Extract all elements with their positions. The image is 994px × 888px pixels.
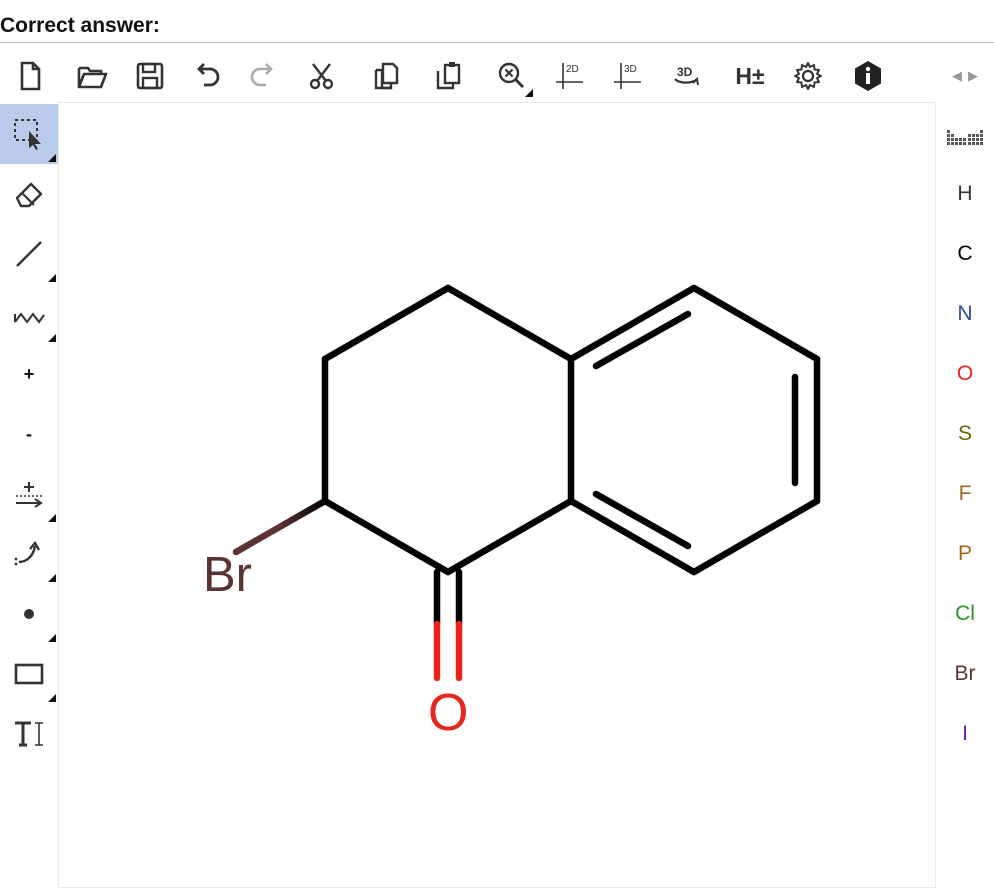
element-button-h[interactable]: H bbox=[936, 174, 994, 214]
element-button-c[interactable]: C bbox=[936, 234, 994, 274]
rectangle-select-icon bbox=[14, 119, 41, 150]
eraser-icon bbox=[15, 182, 43, 208]
element-panel: H C N O S F P Cl Br I bbox=[936, 102, 994, 888]
chain-icon bbox=[14, 312, 45, 324]
oxygen-atom-label: O bbox=[428, 684, 468, 742]
copy-button[interactable] bbox=[364, 54, 408, 98]
save-icon bbox=[136, 62, 164, 90]
chain-tool[interactable] bbox=[0, 284, 58, 344]
single-bond-tool[interactable] bbox=[0, 224, 58, 284]
element-button-n[interactable]: N bbox=[936, 294, 994, 334]
info-icon bbox=[855, 61, 881, 91]
text-cursor-icon bbox=[15, 721, 43, 747]
periodic-table-button[interactable] bbox=[944, 122, 986, 150]
clean-3d-button[interactable]: 3D bbox=[606, 54, 650, 98]
charge-plus-tool[interactable]: + bbox=[0, 344, 58, 404]
element-button-cl[interactable]: Cl bbox=[936, 594, 994, 634]
toolbar-scroll-arrows[interactable]: ◀ ▶ bbox=[940, 60, 990, 92]
settings-button[interactable] bbox=[786, 54, 830, 98]
clean-2d-button[interactable]: 2D bbox=[548, 54, 592, 98]
toggle-hydrogens-button[interactable]: H± bbox=[728, 54, 772, 98]
element-button-o[interactable]: O bbox=[936, 354, 994, 394]
zoom-button[interactable] bbox=[490, 54, 534, 98]
left-toolbar: + - bbox=[0, 102, 58, 888]
cut-button[interactable] bbox=[300, 54, 344, 98]
periodic-table-icon bbox=[947, 130, 983, 145]
element-button-f[interactable]: F bbox=[936, 474, 994, 514]
rectangle-icon bbox=[14, 663, 44, 685]
scissors-icon bbox=[309, 63, 334, 90]
charge-minus-tool[interactable]: - bbox=[0, 404, 58, 464]
open-file-button[interactable] bbox=[70, 54, 114, 98]
bonds-layer bbox=[232, 284, 821, 682]
clean-3d-label: 3D bbox=[624, 64, 637, 75]
element-button-p[interactable]: P bbox=[936, 534, 994, 574]
c-br-bond bbox=[232, 497, 329, 556]
redo-icon bbox=[250, 63, 273, 87]
save-button[interactable] bbox=[128, 54, 172, 98]
page-heading: Correct answer: bbox=[0, 14, 160, 37]
molecule-drawing: Br O bbox=[203, 284, 821, 742]
heading-divider bbox=[0, 42, 994, 43]
chevron-right-icon[interactable]: ▶ bbox=[968, 68, 978, 84]
radical-tool[interactable] bbox=[0, 584, 58, 644]
gear-icon bbox=[794, 62, 822, 90]
folder-open-icon bbox=[77, 66, 108, 89]
new-document-button[interactable] bbox=[8, 54, 52, 98]
bond-line-icon bbox=[16, 241, 42, 267]
curved-arrow-icon bbox=[14, 540, 41, 566]
bond bbox=[690, 284, 821, 363]
drawing-canvas[interactable]: Br O bbox=[58, 102, 936, 888]
top-toolbar: 2D 3D 3D H± bbox=[0, 50, 994, 102]
select-tool[interactable] bbox=[0, 104, 58, 164]
bond bbox=[321, 497, 452, 576]
element-button-i[interactable]: I bbox=[936, 714, 994, 754]
text-tool[interactable] bbox=[0, 704, 58, 764]
bromine-atom-label: Br bbox=[203, 548, 252, 602]
paste-button[interactable] bbox=[426, 54, 470, 98]
eraser-tool[interactable] bbox=[0, 164, 58, 224]
reaction-arrow-icon bbox=[16, 482, 43, 508]
shape-tool[interactable] bbox=[0, 644, 58, 704]
hydrogens-label: H± bbox=[735, 62, 765, 89]
undo-button[interactable] bbox=[186, 54, 230, 98]
element-button-s[interactable]: S bbox=[936, 414, 994, 454]
chevron-left-icon[interactable]: ◀ bbox=[952, 68, 962, 84]
bond bbox=[444, 497, 575, 576]
zoom-reset-icon bbox=[498, 62, 525, 89]
clean-2d-label: 2D bbox=[566, 64, 579, 75]
view-3d-label: 3D bbox=[677, 65, 693, 79]
copy-icon bbox=[374, 62, 399, 90]
clean-2d-icon: 2D bbox=[556, 63, 583, 89]
view-3d-button[interactable]: 3D bbox=[664, 54, 708, 98]
new-document-icon bbox=[20, 61, 41, 91]
rotate-3d-icon: 3D bbox=[674, 65, 699, 86]
dot-icon bbox=[24, 609, 34, 619]
bond bbox=[690, 497, 821, 576]
paste-icon bbox=[436, 62, 461, 90]
info-button[interactable] bbox=[846, 54, 890, 98]
redo-button[interactable] bbox=[240, 54, 284, 98]
charge-minus-label: - bbox=[26, 423, 32, 444]
element-button-br[interactable]: Br bbox=[936, 654, 994, 694]
bond bbox=[321, 284, 452, 363]
reaction-mapping-tool[interactable] bbox=[0, 524, 58, 584]
undo-icon bbox=[197, 63, 220, 87]
bond bbox=[444, 284, 575, 363]
charge-plus-label: + bbox=[23, 363, 35, 384]
clean-3d-icon: 3D bbox=[614, 63, 641, 89]
reaction-plus-tool[interactable] bbox=[0, 464, 58, 524]
